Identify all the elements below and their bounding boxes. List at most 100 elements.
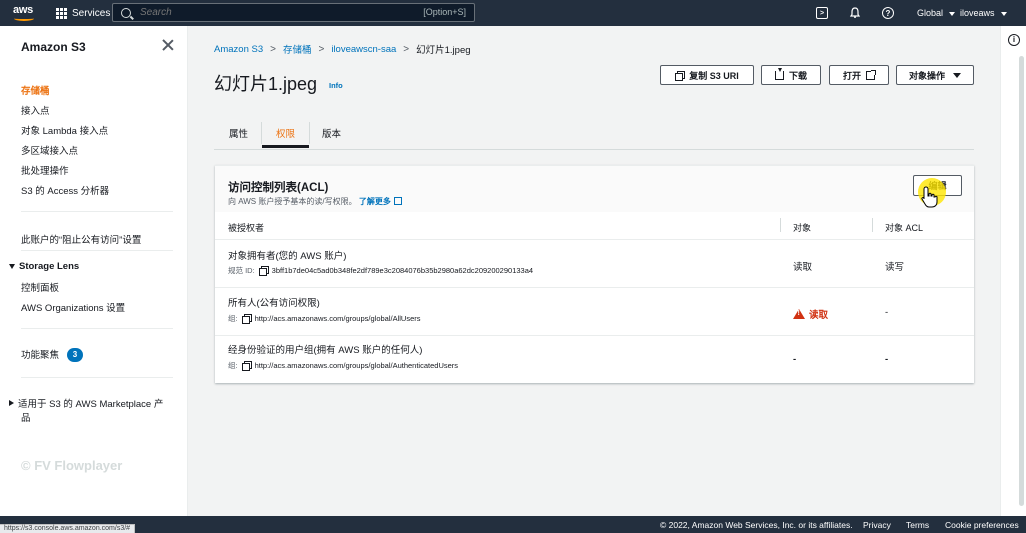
sidebar-item-feature-spotlight[interactable]: 功能聚焦 3 <box>21 347 84 363</box>
copy-icon[interactable] <box>258 266 269 276</box>
tab-versions[interactable]: 版本 <box>322 126 341 140</box>
storage-lens-toggle[interactable]: Storage Lens <box>9 261 79 272</box>
user-label: iloveaws <box>960 8 995 18</box>
grantee-authenticated-users: 经身份验证的用户组(拥有 AWS 账户的任何人) <box>228 345 423 356</box>
sidebar-item-object-lambda[interactable]: 对象 Lambda 接入点 <box>21 123 108 137</box>
search-input[interactable] <box>140 7 410 18</box>
cookie-preferences-link[interactable]: Cookie preferences <box>945 520 1019 530</box>
search-shortcut: [Option+S] <box>423 7 466 17</box>
chevron-right-icon: > <box>403 43 410 55</box>
row-divider <box>215 335 974 336</box>
canonical-id-label: 规范 ID: <box>228 266 255 275</box>
sidebar-item-block-public-access[interactable]: 此账户的“阻止公有访问”设置 <box>21 232 141 246</box>
terms-link[interactable]: Terms <box>906 520 929 530</box>
sidebar-item-access-points[interactable]: 接入点 <box>21 103 50 117</box>
region-selector[interactable]: Global <box>917 8 956 18</box>
everyone-acl-permission: - <box>885 307 889 318</box>
copy-icon <box>675 70 686 81</box>
column-header-object: 对象 <box>793 223 812 233</box>
breadcrumb: Amazon S3 > 存储桶 > iloveawscn-saa > 幻灯片1.… <box>214 42 471 57</box>
copy-s3-uri-button[interactable]: 复制 S3 URI <box>660 65 754 85</box>
tab-properties[interactable]: 属性 <box>229 126 248 140</box>
sidebar-item-multi-region[interactable]: 多区域接入点 <box>21 143 78 157</box>
acl-panel-header: 访问控制列表(ACL) 向 AWS 账户授予基本的读/写权限。 了解更多 编辑 <box>215 166 974 212</box>
sidebar-divider <box>21 250 173 251</box>
help-icon[interactable]: ? <box>882 7 894 19</box>
page-title: 幻灯片1.jpeg <box>214 74 318 94</box>
breadcrumb-buckets[interactable]: 存储桶 <box>283 42 312 56</box>
sidebar-item-dashboards[interactable]: 控制面板 <box>21 280 59 294</box>
caret-down-icon <box>9 264 15 269</box>
active-tab-indicator <box>262 145 309 148</box>
user-menu[interactable]: iloveaws <box>960 8 1007 18</box>
aws-smile-icon <box>14 16 34 21</box>
everyone-object-permission-text: 读取 <box>809 310 829 321</box>
row-divider <box>215 239 974 240</box>
services-menu[interactable]: Services <box>56 0 110 26</box>
external-link-icon <box>866 69 876 80</box>
tab-permissions[interactable]: 权限 <box>276 126 295 140</box>
breadcrumb-current: 幻灯片1.jpeg <box>416 45 471 56</box>
acl-panel: 访问控制列表(ACL) 向 AWS 账户授予基本的读/写权限。 了解更多 编辑 … <box>215 165 974 383</box>
grid-icon <box>56 7 67 19</box>
sidebar: Amazon S3 存储桶 接入点 对象 Lambda 接入点 多区域接入点 批… <box>0 26 188 516</box>
authenticated-acl-permission: - <box>885 354 889 365</box>
sidebar-title: Amazon S3 <box>21 40 86 54</box>
column-divider <box>780 218 781 232</box>
privacy-link[interactable]: Privacy <box>863 520 891 530</box>
region-label: Global <box>917 8 944 18</box>
download-button[interactable]: 下载 <box>761 65 821 85</box>
column-header-object-acl: 对象 ACL <box>885 223 924 233</box>
bell-icon[interactable] <box>848 6 862 20</box>
group-uri-value: http://acs.amazonaws.com/groups/global/A… <box>254 361 459 370</box>
copy-icon[interactable] <box>241 361 252 371</box>
sidebar-item-buckets[interactable]: 存储桶 <box>21 83 50 97</box>
column-header-grantee: 被授权者 <box>228 223 265 233</box>
copyright-text: © 2022, Amazon Web Services, Inc. or its… <box>660 520 853 530</box>
acl-description: 向 AWS 账户授予基本的读/写权限。 了解更多 <box>228 196 402 207</box>
info-icon[interactable]: i <box>1008 34 1020 46</box>
chevron-right-icon: > <box>318 43 325 55</box>
grantee-authenticated-group: 组: http://acs.amazonaws.com/groups/globa… <box>228 360 458 371</box>
search-bar[interactable]: [Option+S] <box>112 3 475 22</box>
sidebar-item-organizations-settings[interactable]: AWS Organizations 设置 <box>21 300 125 314</box>
column-divider <box>872 218 873 232</box>
sidebar-divider <box>21 377 173 378</box>
grantee-owner-id: 规范 ID: 3bff1b7de04c5ad0b348fe2df789e3c20… <box>228 265 533 276</box>
group-uri-value: http://acs.amazonaws.com/groups/global/A… <box>254 314 421 323</box>
info-link[interactable]: Info <box>329 81 343 90</box>
services-label: Services <box>72 7 111 19</box>
search-icon <box>121 7 131 18</box>
download-icon <box>774 67 784 80</box>
marketplace-toggle[interactable]: 适用于 S3 的 AWS Marketplace 产 <box>9 396 163 410</box>
object-actions-button[interactable]: 对象操作 <box>896 65 974 85</box>
storage-lens-header: Storage Lens <box>19 261 80 272</box>
cloudshell-icon[interactable]: > <box>816 7 828 19</box>
everyone-object-permission: 读取 <box>793 307 828 321</box>
authenticated-object-permission: - <box>793 354 797 365</box>
grantee-everyone: 所有人(公有访问权限) <box>228 298 320 309</box>
aws-logo-text: aws <box>13 4 33 16</box>
acl-title: 访问控制列表(ACL) <box>228 182 329 194</box>
caret-down-icon <box>1000 11 1007 16</box>
acl-description-text: 向 AWS 账户授予基本的读/写权限。 <box>228 197 357 206</box>
scrollbar[interactable] <box>1019 56 1024 506</box>
learn-more-link[interactable]: 了解更多 <box>359 197 402 206</box>
sidebar-divider <box>21 328 173 329</box>
breadcrumb-bucket[interactable]: iloveawscn-saa <box>331 44 396 55</box>
owner-object-permission: 读取 <box>793 262 813 273</box>
sidebar-item-access-analyzer[interactable]: S3 的 Access 分析器 <box>21 183 109 197</box>
copy-icon[interactable] <box>241 314 252 324</box>
grantee-owner: 对象拥有者(您的 AWS 账户) <box>228 251 347 262</box>
sidebar-item-batch-operations[interactable]: 批处理操作 <box>21 163 69 177</box>
help-panel-rail: i <box>1000 26 1026 516</box>
close-icon[interactable] <box>162 39 174 51</box>
warning-icon <box>793 309 805 319</box>
notification-badge: 3 <box>67 348 84 363</box>
mouse-cursor <box>918 178 952 208</box>
footer: © 2022, Amazon Web Services, Inc. or its… <box>0 516 1026 533</box>
open-button[interactable]: 打开 <box>829 65 889 85</box>
breadcrumb-s3[interactable]: Amazon S3 <box>214 44 263 55</box>
aws-logo[interactable]: aws <box>12 3 38 23</box>
owner-acl-permission: 读写 <box>885 262 905 273</box>
